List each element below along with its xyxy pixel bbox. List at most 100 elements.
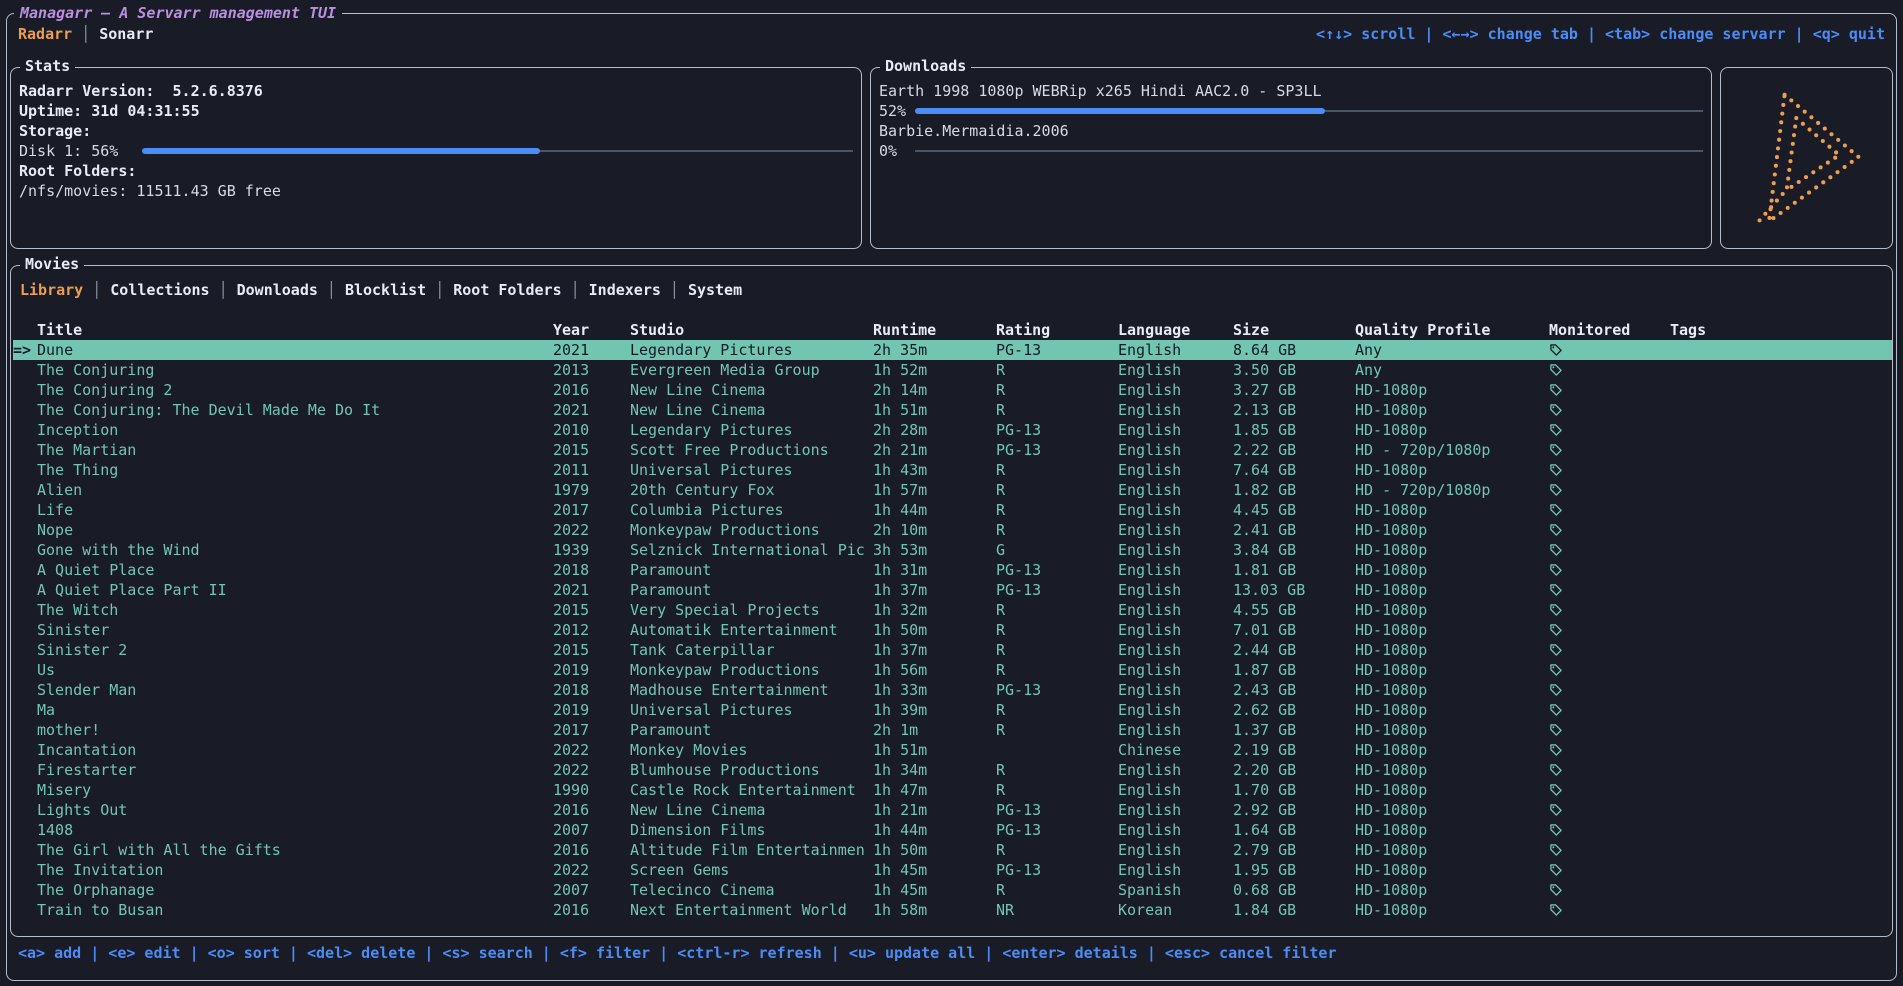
monitored-tag-icon: [1549, 543, 1563, 557]
movie-year: 2022: [553, 520, 630, 540]
movie-tags: [1670, 860, 1892, 880]
movie-row[interactable]: Slender Man 2018 Madhouse Entertainment …: [13, 680, 1892, 700]
movie-row[interactable]: The Conjuring 2013 Evergreen Media Group…: [13, 360, 1892, 380]
movies-tab-root-folders[interactable]: Root Folders: [453, 280, 561, 300]
selected-row-indicator: [13, 520, 37, 540]
movie-studio: New Line Cinema: [630, 400, 873, 420]
movie-runtime: 1h 21m: [873, 800, 996, 820]
movie-year: 1939: [553, 540, 630, 560]
movie-row[interactable]: Sinister 2 2015 Tank Caterpillar 1h 37m …: [13, 640, 1892, 660]
movie-row[interactable]: The Invitation 2022 Screen Gems 1h 45m P…: [13, 860, 1892, 880]
movie-row[interactable]: The Conjuring: The Devil Made Me Do It 2…: [13, 400, 1892, 420]
movie-runtime: 1h 50m: [873, 620, 996, 640]
logo-panel-box: [1720, 67, 1893, 249]
movie-quality-profile: HD-1080p: [1355, 420, 1549, 440]
movie-row[interactable]: The Conjuring 2 2016 New Line Cinema 2h …: [13, 380, 1892, 400]
monitored-tag-icon: [1549, 523, 1563, 537]
movie-row[interactable]: A Quiet Place Part II 2021 Paramount 1h …: [13, 580, 1892, 600]
movies-tab-collections[interactable]: Collections: [110, 280, 209, 300]
movie-size: 2.20 GB: [1233, 760, 1355, 780]
servarr-tab-sonarr[interactable]: Sonarr: [99, 24, 153, 44]
movie-quality-profile: HD-1080p: [1355, 680, 1549, 700]
movie-runtime: 2h 10m: [873, 520, 996, 540]
movie-title: Train to Busan: [37, 900, 553, 920]
movie-row[interactable]: Incantation 2022 Monkey Movies 1h 51m Ch…: [13, 740, 1892, 760]
monitored-cell: [1549, 780, 1670, 800]
movie-title: 1408: [37, 820, 553, 840]
movie-quality-profile: HD-1080p: [1355, 840, 1549, 860]
movie-row[interactable]: Gone with the Wind 1939 Selznick Interna…: [13, 540, 1892, 560]
movie-title: Alien: [37, 480, 553, 500]
movies-tab-library[interactable]: Library: [20, 280, 83, 300]
movie-title: Misery: [37, 780, 553, 800]
column-header-runtime: Runtime: [873, 320, 996, 340]
movie-row[interactable]: => Dune 2021 Legendary Pictures 2h 35m P…: [13, 340, 1892, 360]
movie-tags: [1670, 500, 1892, 520]
movie-tags: [1670, 420, 1892, 440]
movie-tags: [1670, 660, 1892, 680]
movie-title: The Conjuring: [37, 360, 553, 380]
movie-size: 3.84 GB: [1233, 540, 1355, 560]
movie-size: 1.70 GB: [1233, 780, 1355, 800]
movie-title: Nope: [37, 520, 553, 540]
movie-runtime: 1h 51m: [873, 400, 996, 420]
movie-runtime: 1h 37m: [873, 580, 996, 600]
movie-row[interactable]: 1408 2007 Dimension Films 1h 44m PG-13 E…: [13, 820, 1892, 840]
movie-row[interactable]: Alien 1979 20th Century Fox 1h 57m R Eng…: [13, 480, 1892, 500]
movie-row[interactable]: The Thing 2011 Universal Pictures 1h 43m…: [13, 460, 1892, 480]
movie-studio: Legendary Pictures: [630, 420, 873, 440]
movie-studio: Automatik Entertainment: [630, 620, 873, 640]
movie-quality-profile: HD-1080p: [1355, 640, 1549, 660]
movie-rating: PG-13: [996, 580, 1118, 600]
monitored-tag-icon: [1549, 883, 1563, 897]
column-header-year: Year: [553, 320, 630, 340]
movie-size: 3.50 GB: [1233, 360, 1355, 380]
bottom-keybindings-bar: <a> add | <e> edit | <o> sort | <del> de…: [18, 943, 1337, 963]
movie-rating: PG-13: [996, 820, 1118, 840]
movie-row[interactable]: Life 2017 Columbia Pictures 1h 44m R Eng…: [13, 500, 1892, 520]
movie-row[interactable]: Misery 1990 Castle Rock Entertainment 1h…: [13, 780, 1892, 800]
servarr-tab-radarr[interactable]: Radarr: [18, 24, 72, 44]
movie-studio: Next Entertainment World: [630, 900, 873, 920]
movie-row[interactable]: Lights Out 2016 New Line Cinema 1h 21m P…: [13, 800, 1892, 820]
movie-quality-profile: HD-1080p: [1355, 720, 1549, 740]
selected-row-indicator: [13, 680, 37, 700]
movie-row[interactable]: Ma 2019 Universal Pictures 1h 39m R Engl…: [13, 700, 1892, 720]
selected-row-indicator: [13, 380, 37, 400]
movie-title: Gone with the Wind: [37, 540, 553, 560]
tab-separator: │: [219, 280, 228, 300]
movie-row[interactable]: mother! 2017 Paramount 2h 1m R English 1…: [13, 720, 1892, 740]
movie-row[interactable]: The Orphanage 2007 Telecinco Cinema 1h 4…: [13, 880, 1892, 900]
downloads-panel-title: Downloads: [880, 56, 971, 76]
movie-row[interactable]: Sinister 2012 Automatik Entertainment 1h…: [13, 620, 1892, 640]
movie-runtime: 1h 57m: [873, 480, 996, 500]
movie-row[interactable]: Firestarter 2022 Blumhouse Productions 1…: [13, 760, 1892, 780]
movie-language: English: [1118, 760, 1233, 780]
movie-row[interactable]: Nope 2022 Monkeypaw Productions 2h 10m R…: [13, 520, 1892, 540]
movie-title: A Quiet Place: [37, 560, 553, 580]
monitored-tag-icon: [1549, 823, 1563, 837]
column-header-quality-profile: Quality Profile: [1355, 320, 1549, 340]
download-progressbar: [915, 141, 1703, 161]
movies-tab-indexers[interactable]: Indexers: [589, 280, 661, 300]
movie-row[interactable]: Train to Busan 2016 Next Entertainment W…: [13, 900, 1892, 920]
movie-year: 2018: [553, 560, 630, 580]
monitored-tag-icon: [1549, 363, 1563, 377]
movies-tab-system[interactable]: System: [688, 280, 742, 300]
movies-tab-blocklist[interactable]: Blocklist: [345, 280, 426, 300]
movie-row[interactable]: The Witch 2015 Very Special Projects 1h …: [13, 600, 1892, 620]
movies-tab-downloads[interactable]: Downloads: [237, 280, 318, 300]
movie-row[interactable]: The Girl with All the Gifts 2016 Altitud…: [13, 840, 1892, 860]
movie-year: 2007: [553, 820, 630, 840]
movie-row[interactable]: Us 2019 Monkeypaw Productions 1h 56m R E…: [13, 660, 1892, 680]
movie-language: English: [1118, 360, 1233, 380]
movie-row[interactable]: The Martian 2015 Scott Free Productions …: [13, 440, 1892, 460]
monitored-tag-icon: [1549, 643, 1563, 657]
movie-year: 2021: [553, 340, 630, 360]
movie-tags: [1670, 720, 1892, 740]
monitored-tag-icon: [1549, 403, 1563, 417]
selected-row-indicator: [13, 780, 37, 800]
movie-row[interactable]: Inception 2010 Legendary Pictures 2h 28m…: [13, 420, 1892, 440]
movie-row[interactable]: A Quiet Place 2018 Paramount 1h 31m PG-1…: [13, 560, 1892, 580]
monitored-tag-icon: [1549, 703, 1563, 717]
